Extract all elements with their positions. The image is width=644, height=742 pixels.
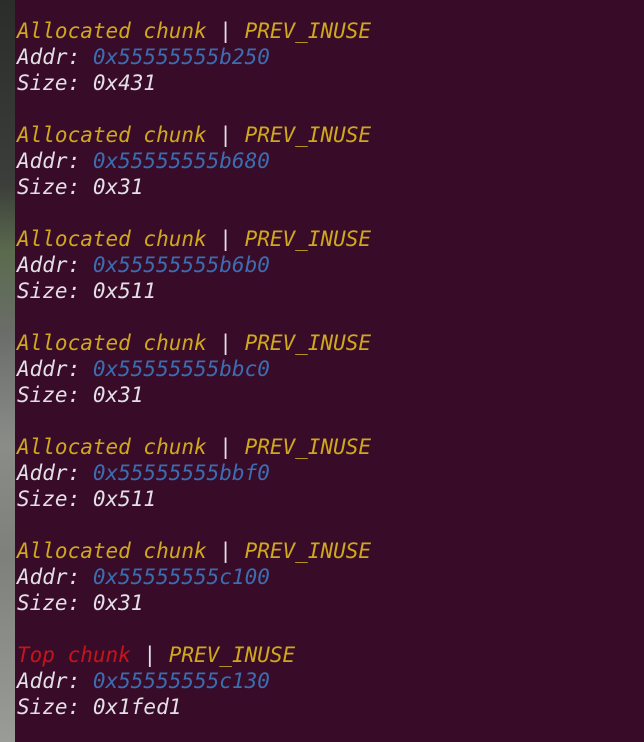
chunk-separator: | — [206, 227, 245, 251]
chunk-separator: | — [206, 435, 245, 459]
chunk-size: 0x1fed1 — [92, 695, 182, 719]
chunk-size: 0x431 — [92, 71, 157, 95]
chunk-addr-line: Addr: 0x55555555c100 — [17, 564, 371, 590]
size-label: Size: — [17, 591, 93, 615]
chunk-size: 0x31 — [92, 383, 144, 407]
heap-chunk: Allocated chunk | PREV_INUSE Addr: 0x555… — [17, 330, 371, 408]
chunk-kind: Allocated chunk — [17, 123, 207, 147]
chunk-size-line: Size: 0x31 — [17, 174, 371, 200]
addr-label: Addr: — [17, 669, 93, 693]
addr-label: Addr: — [17, 357, 93, 381]
chunk-address: 0x55555555c130 — [92, 669, 270, 693]
chunk-kind: Allocated chunk — [17, 227, 207, 251]
size-label: Size: — [17, 71, 93, 95]
chunk-size: 0x511 — [92, 487, 157, 511]
chunk-header: Allocated chunk | PREV_INUSE — [17, 538, 371, 564]
chunk-size-line: Size: 0x31 — [17, 590, 371, 616]
addr-label: Addr: — [17, 45, 93, 69]
top-chunk: Top chunk | PREV_INUSE Addr: 0x55555555c… — [17, 642, 295, 720]
chunk-flag: PREV_INUSE — [244, 331, 372, 355]
chunk-kind: Allocated chunk — [17, 539, 207, 563]
chunk-header: Allocated chunk | PREV_INUSE — [17, 122, 371, 148]
size-label: Size: — [17, 383, 93, 407]
chunk-size: 0x511 — [92, 279, 157, 303]
chunk-size-line: Size: 0x31 — [17, 382, 371, 408]
size-label: Size: — [17, 279, 93, 303]
chunk-kind: Allocated chunk — [17, 331, 207, 355]
chunk-header: Allocated chunk | PREV_INUSE — [17, 330, 371, 356]
addr-label: Addr: — [17, 253, 93, 277]
chunk-address: 0x55555555c100 — [92, 565, 270, 589]
chunk-addr-line: Addr: 0x55555555b6b0 — [17, 252, 371, 278]
heap-chunk: Allocated chunk | PREV_INUSE Addr: 0x555… — [17, 122, 371, 200]
chunk-separator: | — [130, 643, 169, 667]
chunk-address: 0x55555555b6b0 — [92, 253, 270, 277]
chunk-addr-line: Addr: 0x55555555bbf0 — [17, 460, 371, 486]
chunk-separator: | — [206, 123, 245, 147]
chunk-size-line: Size: 0x511 — [17, 486, 371, 512]
chunk-size: 0x31 — [92, 175, 144, 199]
chunk-kind: Allocated chunk — [17, 435, 207, 459]
size-label: Size: — [17, 487, 93, 511]
heap-chunk: Allocated chunk | PREV_INUSE Addr: 0x555… — [17, 538, 371, 616]
chunk-header: Allocated chunk | PREV_INUSE — [17, 18, 371, 44]
chunk-header: Allocated chunk | PREV_INUSE — [17, 226, 371, 252]
addr-label: Addr: — [17, 149, 93, 173]
size-label: Size: — [17, 695, 93, 719]
size-label: Size: — [17, 175, 93, 199]
chunk-size: 0x31 — [92, 591, 144, 615]
chunk-address: 0x55555555bbc0 — [92, 357, 270, 381]
heap-chunk: Allocated chunk | PREV_INUSE Addr: 0x555… — [17, 18, 371, 96]
addr-label: Addr: — [17, 565, 93, 589]
chunk-address: 0x55555555b250 — [92, 45, 270, 69]
chunk-size-line: Size: 0x431 — [17, 70, 371, 96]
chunk-flag: PREV_INUSE — [244, 123, 372, 147]
chunk-flag: PREV_INUSE — [244, 19, 372, 43]
chunk-address: 0x55555555b680 — [92, 149, 270, 173]
chunk-flag: PREV_INUSE — [244, 227, 372, 251]
desktop-background-strip — [0, 0, 15, 742]
chunk-addr-line: Addr: 0x55555555b250 — [17, 44, 371, 70]
chunk-addr-line: Addr: 0x55555555bbc0 — [17, 356, 371, 382]
chunk-address: 0x55555555bbf0 — [92, 461, 270, 485]
heap-chunk: Allocated chunk | PREV_INUSE Addr: 0x555… — [17, 226, 371, 304]
chunk-separator: | — [206, 539, 245, 563]
chunk-header: Allocated chunk | PREV_INUSE — [17, 434, 371, 460]
chunk-kind: Allocated chunk — [17, 19, 207, 43]
chunk-addr-line: Addr: 0x55555555b680 — [17, 148, 371, 174]
chunk-size-line: Size: 0x1fed1 — [17, 694, 295, 720]
addr-label: Addr: — [17, 461, 93, 485]
chunk-flag: PREV_INUSE — [168, 643, 296, 667]
chunk-flag: PREV_INUSE — [244, 539, 372, 563]
heap-chunk: Allocated chunk | PREV_INUSE Addr: 0x555… — [17, 434, 371, 512]
chunk-size-line: Size: 0x511 — [17, 278, 371, 304]
terminal-output[interactable]: Allocated chunk | PREV_INUSE Addr: 0x555… — [15, 0, 644, 742]
chunk-separator: | — [206, 331, 245, 355]
chunk-addr-line: Addr: 0x55555555c130 — [17, 668, 295, 694]
chunk-header: Top chunk | PREV_INUSE — [17, 642, 295, 668]
chunk-kind: Top chunk — [17, 643, 131, 667]
chunk-separator: | — [206, 19, 245, 43]
chunk-flag: PREV_INUSE — [244, 435, 372, 459]
